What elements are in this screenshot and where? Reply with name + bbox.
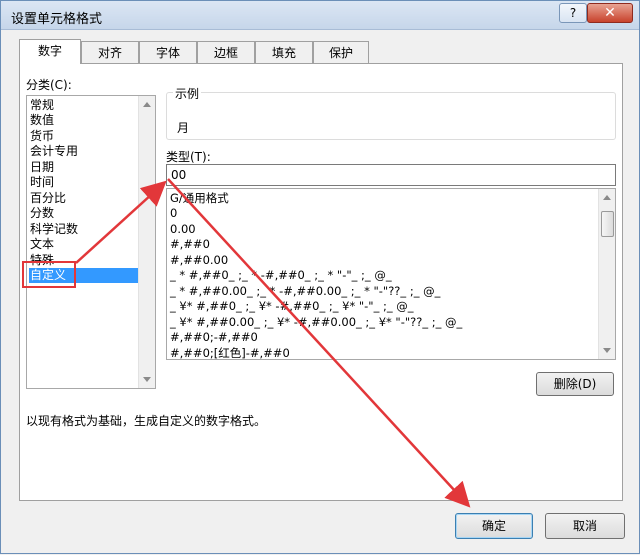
format-cells-dialog: 设置单元格格式 ? ✕ 数字 对齐 字体 边框 填充 保护 分类(C): 常规 … bbox=[0, 0, 640, 554]
scroll-up-arrow-icon[interactable] bbox=[603, 195, 611, 200]
number-tab-panel: 分类(C): 常规 数值 货币 会计专用 日期 时间 百分比 分数 科学记数 文… bbox=[19, 63, 623, 501]
category-label: 分类(C): bbox=[26, 78, 72, 92]
format-item[interactable]: #,##0.00 bbox=[170, 253, 228, 268]
annotation-highlight-box bbox=[22, 261, 76, 288]
category-item-text[interactable]: 文本 bbox=[29, 237, 140, 252]
category-scrollbar[interactable] bbox=[138, 96, 155, 388]
format-item[interactable]: G/通用格式 bbox=[170, 191, 229, 206]
category-item-scientific[interactable]: 科学记数 bbox=[29, 222, 140, 237]
category-item-general[interactable]: 常规 bbox=[29, 98, 140, 113]
format-item[interactable]: #,##0;[红色]-#,##0 bbox=[170, 346, 290, 359]
type-label: 类型(T): bbox=[166, 150, 211, 164]
sample-label: 示例 bbox=[173, 85, 202, 102]
tab-alignment[interactable]: 对齐 bbox=[81, 41, 139, 63]
tab-number[interactable]: 数字 bbox=[19, 39, 81, 64]
format-item[interactable]: _ * #,##0.00_ ;_ * -#,##0.00_ ;_ * "-"??… bbox=[170, 284, 440, 299]
sample-value: 月 bbox=[177, 121, 190, 135]
tab-protection[interactable]: 保护 bbox=[313, 41, 369, 63]
category-item-accounting[interactable]: 会计专用 bbox=[29, 144, 140, 159]
format-item[interactable]: 0 bbox=[170, 206, 177, 221]
format-item[interactable]: #,##0 bbox=[170, 237, 210, 252]
cancel-button[interactable]: 取消 bbox=[545, 513, 625, 539]
custom-format-description: 以现有格式为基础，生成自定义的数字格式。 bbox=[26, 414, 267, 428]
category-item-date[interactable]: 日期 bbox=[29, 160, 140, 175]
scroll-up-arrow-icon[interactable] bbox=[143, 102, 151, 107]
category-item-number[interactable]: 数值 bbox=[29, 113, 140, 128]
delete-button[interactable]: 删除(D) bbox=[536, 372, 614, 396]
type-input[interactable]: 00 bbox=[166, 164, 616, 186]
help-button[interactable]: ? bbox=[559, 3, 587, 23]
category-item-currency[interactable]: 货币 bbox=[29, 129, 140, 144]
scroll-down-arrow-icon[interactable] bbox=[603, 348, 611, 353]
ok-button[interactable]: 确定 bbox=[455, 513, 533, 539]
format-list[interactable]: G/通用格式 0 0.00 #,##0 #,##0.00 _ * #,##0_ … bbox=[166, 188, 616, 360]
category-item-fraction[interactable]: 分数 bbox=[29, 206, 140, 221]
format-scrollbar[interactable] bbox=[598, 189, 615, 359]
tab-border[interactable]: 边框 bbox=[197, 41, 255, 63]
tab-fill[interactable]: 填充 bbox=[255, 41, 313, 63]
format-item[interactable]: _ * #,##0_ ;_ * -#,##0_ ;_ * "-"_ ;_ @_ bbox=[170, 268, 392, 283]
title-bar: 设置单元格格式 ? ✕ bbox=[1, 1, 639, 30]
category-item-time[interactable]: 时间 bbox=[29, 175, 140, 190]
category-item-percentage[interactable]: 百分比 bbox=[29, 191, 140, 206]
format-item[interactable]: #,##0;-#,##0 bbox=[170, 330, 258, 345]
format-item[interactable]: _ ¥* #,##0.00_ ;_ ¥* -#,##0.00_ ;_ ¥* "-… bbox=[170, 315, 462, 330]
format-item[interactable]: 0.00 bbox=[170, 222, 196, 237]
scroll-down-arrow-icon[interactable] bbox=[143, 377, 151, 382]
tab-font[interactable]: 字体 bbox=[139, 41, 197, 63]
sample-group: 示例 月 bbox=[166, 85, 616, 140]
scroll-thumb[interactable] bbox=[601, 211, 614, 237]
close-button[interactable]: ✕ bbox=[587, 3, 633, 23]
format-item[interactable]: _ ¥* #,##0_ ;_ ¥* -#,##0_ ;_ ¥* "-"_ ;_ … bbox=[170, 299, 414, 314]
dialog-title: 设置单元格格式 bbox=[11, 12, 103, 27]
category-list[interactable]: 常规 数值 货币 会计专用 日期 时间 百分比 分数 科学记数 文本 特殊 自定… bbox=[26, 95, 156, 389]
